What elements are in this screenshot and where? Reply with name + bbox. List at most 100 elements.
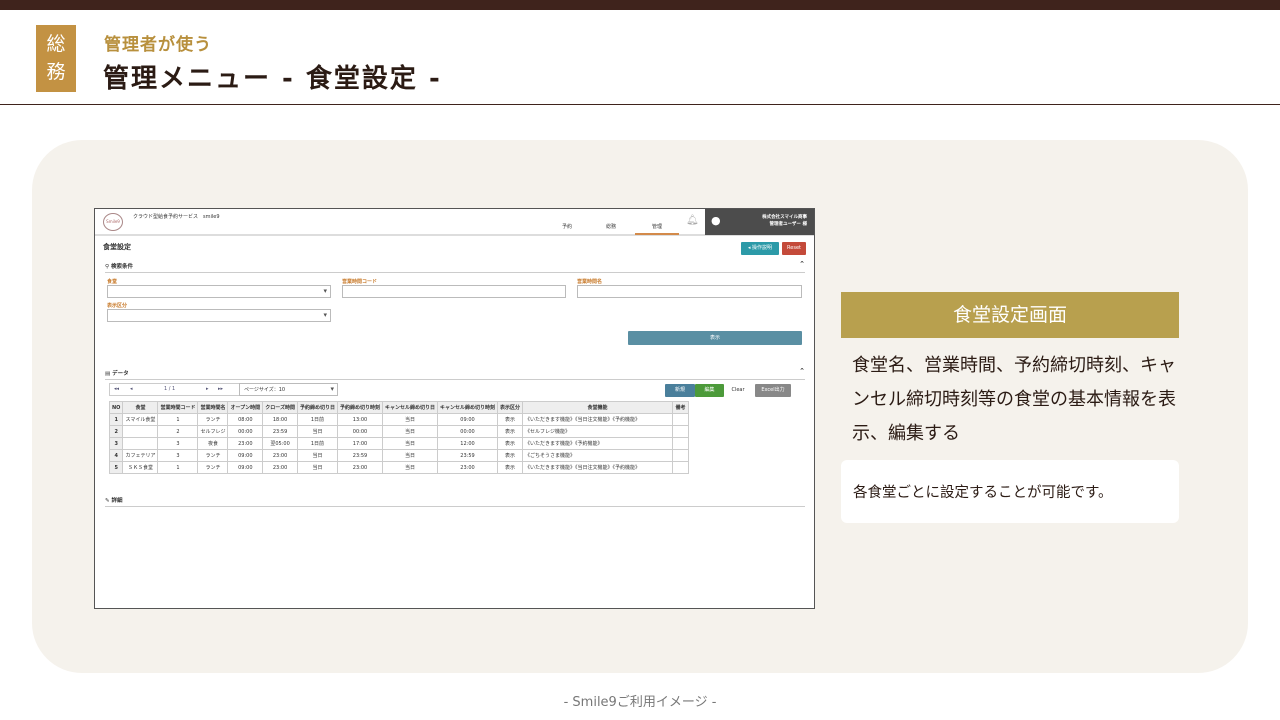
table-row[interactable]: 4 カフェテリア 3 ランチ 09:00 23:00 当日 23:59 当日 2… — [108, 449, 690, 462]
col-header[interactable]: 備考 — [672, 401, 690, 414]
cell: 17:00 — [336, 437, 383, 450]
cell: 当日 — [381, 461, 439, 474]
screen-description: 食堂名、営業時間、予約締切時刻、キャンセル締切時刻等の食堂の基本情報を表示、編集… — [852, 355, 1176, 444]
next-page-button[interactable]: ▸ — [206, 386, 209, 392]
slide-title: 管理メニュー - 食堂設定 - — [103, 64, 442, 94]
cell: 1 — [108, 413, 124, 426]
hours-code-label: 営業時間コード — [342, 279, 378, 285]
hours-name-input[interactable] — [577, 285, 802, 298]
reset-button[interactable]: Reset — [782, 242, 806, 255]
cell: 当日 — [296, 425, 338, 438]
col-header[interactable]: 表示区分 — [497, 401, 524, 414]
search-section-label: 検索条件 — [110, 264, 133, 270]
user-panel[interactable]: ● 株式会社スマイル商事 管理者ユーザー 様 — [705, 209, 814, 235]
collapse-icon[interactable]: ⌃ — [799, 260, 805, 268]
cell: 23:00 — [227, 437, 264, 450]
col-header[interactable]: 食堂機能 — [522, 401, 674, 414]
cell: ランチ — [197, 461, 229, 474]
cell: 00:00 — [227, 425, 264, 438]
cell: 表示 — [497, 413, 524, 426]
table-row[interactable]: 2 2 セルフレジ 00:00 23:59 当日 00:00 当日 00:00 … — [108, 425, 690, 438]
clear-button[interactable]: Clear — [724, 384, 752, 397]
cell: ランチ — [197, 413, 229, 426]
cell — [122, 425, 159, 438]
screen-note: 各食堂ごとに設定することが可能です。 — [841, 460, 1179, 523]
hours-name-label: 営業時間名 — [577, 279, 603, 285]
cell: 4 — [108, 449, 124, 462]
show-button[interactable]: 表示 — [628, 331, 802, 345]
col-header[interactable]: 食堂 — [122, 401, 159, 414]
data-section-label: データ — [112, 371, 129, 377]
first-page-button[interactable]: ◂◂ — [114, 386, 119, 392]
detail-section-header[interactable]: ✎ 詳細 — [105, 496, 805, 507]
page-size-value: ページサイズ：10 — [244, 387, 286, 393]
col-header[interactable]: 営業時間名 — [197, 401, 229, 414]
page-size-select[interactable]: ページサイズ：10 — [239, 383, 338, 396]
table-row[interactable]: 3 3 夜食 23:00 翌05:00 1日前 17:00 当日 12:00 表… — [108, 437, 690, 450]
data-table: NO 食堂 営業時間コード 営業時間名 オープン時間 クローズ時間 予約締め切り… — [108, 401, 690, 474]
excel-button[interactable]: Excel出力 — [755, 384, 791, 397]
cell: 23:00 — [336, 461, 383, 474]
cell: 当日 — [296, 449, 338, 462]
header-divider — [0, 104, 1280, 105]
collapse-icon[interactable]: ⌃ — [799, 367, 805, 375]
col-header[interactable]: クローズ時間 — [262, 401, 298, 414]
company-name: 株式会社スマイル商事 — [762, 215, 807, 220]
bell-icon[interactable]: 🔔︎ — [686, 215, 699, 226]
user-name: 管理者ユーザー 様 — [769, 222, 807, 227]
cell: ＳＫＳ食堂 — [122, 461, 159, 474]
cell: 23:59 — [436, 449, 499, 462]
cell — [672, 413, 690, 426]
data-section-header[interactable]: ▤ データ ⌃ — [105, 367, 805, 380]
cell: 23:59 — [262, 425, 298, 438]
col-header[interactable]: キャンセル締め切り時刻 — [436, 401, 499, 414]
cell: 当日 — [381, 413, 439, 426]
table-row[interactable]: 1 スマイル食堂 1 ランチ 08:00 18:00 1日前 13:00 当日 … — [108, 413, 690, 426]
table-header-row: NO 食堂 営業時間コード 営業時間名 オープン時間 クローズ時間 予約締め切り… — [108, 401, 690, 414]
table-row[interactable]: 5 ＳＫＳ食堂 1 ランチ 09:00 23:00 当日 23:00 当日 23… — [108, 461, 690, 474]
col-header[interactable]: 営業時間コード — [157, 401, 199, 414]
cell: カフェテリア — [122, 449, 159, 462]
cell: 当日 — [381, 425, 439, 438]
help-button[interactable]: ◂ 操作説明 — [741, 242, 779, 255]
last-page-button[interactable]: ▸▸ — [218, 386, 223, 392]
prev-page-button[interactable]: ◂ — [130, 386, 133, 392]
cell: 当日 — [381, 437, 439, 450]
cafeteria-label: 食堂 — [107, 279, 118, 285]
footer-caption: - Smile9ご利用イメージ - — [563, 695, 717, 710]
cell: 《いただきます機能》《当日注文機能》《予約機能》 — [522, 413, 674, 426]
app-screenshot: Smile9 クラウド型給食予約サービス smile9 予約 総務 管理 🔔︎ … — [94, 208, 815, 609]
cell: 《いただきます機能》《当日注文機能》《予約機能》 — [522, 461, 674, 474]
col-header[interactable]: NO — [108, 401, 124, 414]
display-type-select[interactable] — [107, 309, 331, 322]
cell: 23:00 — [436, 461, 499, 474]
nav-item-general[interactable]: 総務 — [606, 223, 616, 230]
screen-caption: 食堂設定画面 — [841, 292, 1179, 338]
cell: 23:00 — [262, 461, 298, 474]
col-header[interactable]: オープン時間 — [227, 401, 264, 414]
search-section-header[interactable]: ⚲ 検索条件 ⌃ — [105, 260, 805, 273]
new-button[interactable]: 新規 — [665, 384, 695, 397]
col-header[interactable]: キャンセル締め切り日 — [381, 401, 439, 414]
cell — [672, 437, 690, 450]
cell: スマイル食堂 — [122, 413, 159, 426]
col-header[interactable]: 予約締め切り日 — [296, 401, 338, 414]
cell: 23:59 — [336, 449, 383, 462]
cell: 1 — [157, 413, 199, 426]
app-logo: Smile9 — [103, 213, 123, 231]
cell: 09:00 — [227, 449, 264, 462]
cell: 当日 — [381, 449, 439, 462]
cell: 09:00 — [436, 413, 499, 426]
cafeteria-select[interactable] — [107, 285, 331, 298]
hours-code-input[interactable] — [342, 285, 566, 298]
top-bar — [0, 0, 1280, 10]
cell: ランチ — [197, 449, 229, 462]
col-header[interactable]: 予約締め切り時刻 — [336, 401, 383, 414]
nav-item-admin[interactable]: 管理 — [635, 223, 679, 235]
nav-item-reserve[interactable]: 予約 — [562, 223, 572, 230]
edit-button[interactable]: 編集 — [695, 384, 724, 397]
slide-subtitle: 管理者が使う — [104, 35, 212, 55]
badge-line-1: 総 — [46, 33, 66, 55]
cell: セルフレジ — [197, 425, 229, 438]
page-title: 食堂設定 — [103, 243, 131, 251]
